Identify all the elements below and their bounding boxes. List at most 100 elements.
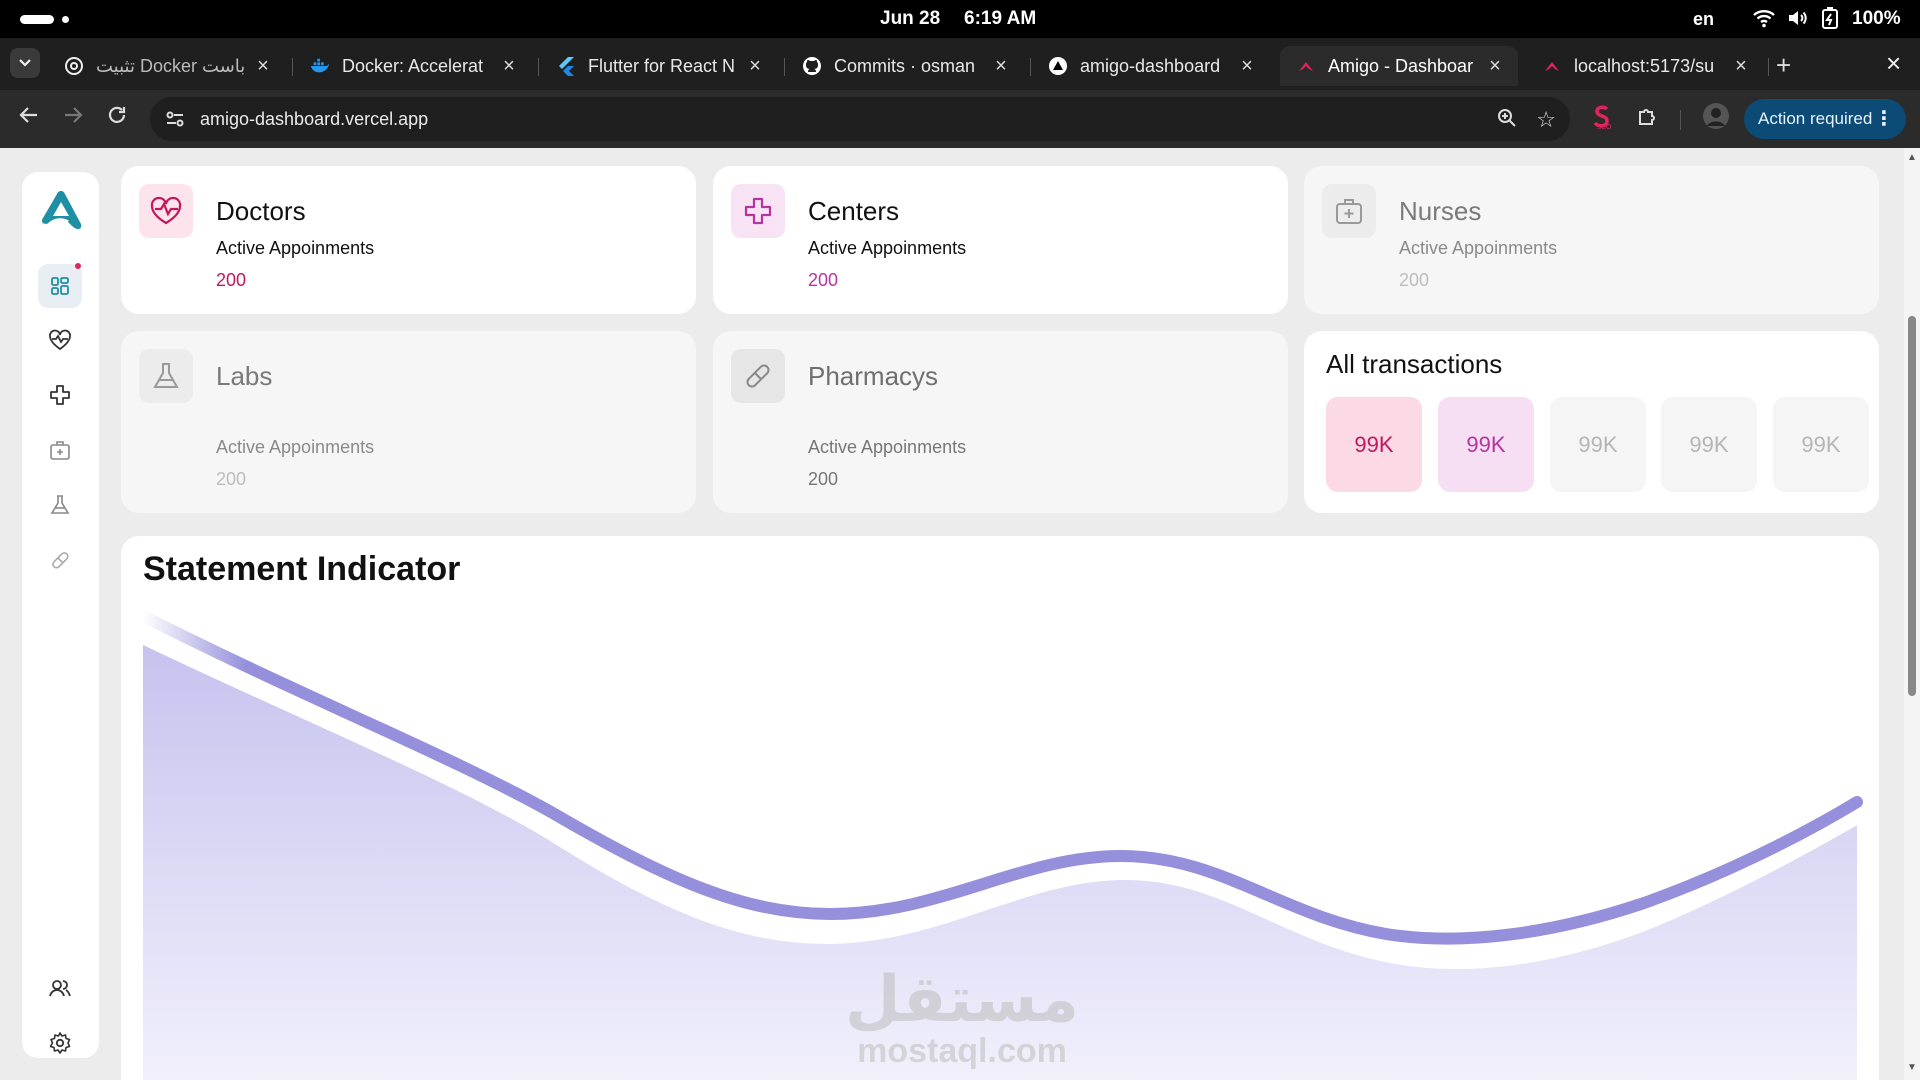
seo-extension-icon[interactable]: SEO	[1590, 104, 1614, 135]
card-subtitle: Active Appoinments	[216, 238, 375, 258]
sidebar-item-labs[interactable]	[38, 483, 82, 527]
tab-title: Commits · osman	[834, 55, 976, 76]
battery-percent: 100%	[1852, 8, 1901, 29]
card-subtitle: Active Appoinments	[1399, 238, 1558, 258]
sidebar-item-nurses[interactable]	[38, 428, 82, 472]
url-text[interactable]: amigo-dashboard.vercel.app	[200, 109, 428, 130]
heart-pulse-icon	[139, 184, 193, 238]
os-date[interactable]: Jun 28	[880, 8, 940, 30]
more-vert-icon[interactable]: ⋮	[1874, 106, 1894, 131]
flask-icon	[50, 495, 70, 514]
page-scrollbar[interactable]: ▲ ▼	[1904, 148, 1920, 1080]
card-title: Doctors	[216, 196, 306, 226]
medical-cross-icon	[731, 184, 785, 238]
openai-icon	[64, 56, 84, 76]
new-tab-button[interactable]: +	[1776, 50, 1791, 81]
tab-title: Flutter for React N	[588, 55, 736, 76]
sidebar-item-centers[interactable]	[38, 373, 82, 417]
sidebar-item-doctors[interactable]	[38, 318, 82, 362]
transaction-tile[interactable]: 99K	[1550, 397, 1646, 492]
workspace-dot	[62, 16, 69, 23]
card-subtitle: Active Appoinments	[216, 437, 375, 457]
tab-docker[interactable]: Docker: Accelerat ×	[294, 46, 532, 86]
address-bar[interactable]: amigo-dashboard.vercel.app ☆	[150, 97, 1570, 141]
card-title: Labs	[216, 361, 273, 391]
card-value: 200	[216, 270, 247, 290]
tab-amigo-dashboard[interactable]: Amigo - Dashboar ×	[1280, 46, 1518, 86]
pill-icon	[52, 552, 69, 569]
keyboard-language[interactable]: en	[1693, 9, 1714, 30]
transaction-tile[interactable]: 99K	[1326, 397, 1422, 492]
card-subtitle: Active Appoinments	[808, 238, 967, 258]
card-nurses[interactable]: Nurses Active Appoinments 200	[1304, 166, 1879, 314]
site-settings-icon[interactable]	[164, 108, 186, 130]
card-value: 200	[808, 469, 839, 489]
page-viewport: Doctors Active Appoinments 200 Centers A…	[0, 148, 1904, 1080]
bookmark-star-icon[interactable]: ☆	[1536, 107, 1556, 133]
sidebar	[22, 172, 99, 1058]
scroll-down-arrow-icon[interactable]: ▼	[1907, 1062, 1917, 1073]
card-value: 200	[1399, 270, 1430, 290]
close-tab-icon[interactable]: ×	[252, 55, 274, 78]
transaction-tile[interactable]: 99K	[1438, 397, 1534, 492]
flask-icon	[139, 349, 193, 403]
volume-icon	[1789, 11, 1807, 25]
arrow-right-icon	[65, 107, 83, 123]
transaction-tile[interactable]: 99K	[1773, 397, 1869, 492]
os-status-bar: Jun 28 6:19 AM en 100%	[0, 0, 1920, 38]
profile-avatar[interactable]	[1702, 102, 1730, 135]
card-title: Centers	[808, 196, 900, 226]
github-icon	[802, 56, 822, 76]
chevron-down-icon	[19, 59, 31, 67]
tab-docker-arabic[interactable]: تثبيت Docker باست ×	[48, 46, 286, 86]
sidebar-item-pharmacys[interactable]	[38, 538, 82, 582]
close-tab-icon[interactable]: ×	[744, 55, 766, 78]
tab-title: amigo-dashboard	[1080, 55, 1221, 76]
close-tab-icon[interactable]: ×	[498, 55, 520, 78]
reload-button[interactable]	[106, 104, 128, 133]
tab-title: Amigo - Dashboar	[1328, 55, 1474, 76]
tab-localhost[interactable]: localhost:5173/su ×	[1526, 46, 1764, 86]
amigo-icon	[1542, 56, 1562, 76]
browser-tab-strip: تثبيت Docker باست × Docker: Accelerat × …	[0, 38, 1920, 90]
zoom-icon[interactable]	[1496, 107, 1518, 129]
system-tray[interactable]	[1752, 6, 1840, 30]
close-tab-icon[interactable]: ×	[990, 55, 1012, 78]
activities-indicator[interactable]	[20, 15, 54, 24]
watermark: مستقل mostaql.com	[842, 968, 1082, 1071]
extensions-puzzle-icon[interactable]	[1636, 104, 1660, 133]
close-tab-icon[interactable]: ×	[1730, 55, 1752, 78]
card-title: Pharmacys	[808, 361, 939, 391]
transaction-tile[interactable]: 99K	[1661, 397, 1757, 492]
sidebar-item-dashboard[interactable]	[38, 263, 82, 308]
tab-search-button[interactable]	[10, 48, 40, 78]
back-button[interactable]	[18, 104, 40, 133]
card-centers[interactable]: Centers Active Appoinments 200	[713, 166, 1288, 314]
scroll-up-arrow-icon[interactable]: ▲	[1907, 152, 1917, 163]
forward-button[interactable]	[62, 104, 84, 133]
close-window-button[interactable]: ×	[1886, 48, 1901, 79]
tab-title: localhost:5173/su	[1574, 55, 1715, 76]
card-labs[interactable]: Labs Active Appoinments 200	[121, 331, 696, 513]
notification-dot	[75, 263, 81, 269]
sidebar-item-settings[interactable]	[38, 1021, 82, 1065]
reload-icon	[108, 106, 126, 123]
card-doctors[interactable]: Doctors Active Appoinments 200	[121, 166, 696, 314]
watermark-latin: mostaql.com	[857, 1032, 1067, 1070]
card-pharmacys[interactable]: Pharmacys Active Appoinments 200	[713, 331, 1288, 513]
sidebar-item-users[interactable]	[38, 966, 82, 1010]
users-icon	[49, 980, 71, 997]
action-required-label: Action required	[1758, 109, 1873, 128]
amigo-logo[interactable]	[38, 188, 84, 234]
close-tab-icon[interactable]: ×	[1236, 55, 1258, 78]
action-required-button[interactable]: Action required ⋮	[1744, 99, 1906, 139]
scrollbar-thumb[interactable]	[1908, 316, 1916, 696]
tab-github-commits[interactable]: Commits · osman ×	[786, 46, 1024, 86]
battery-icon	[1822, 7, 1838, 29]
tab-flutter[interactable]: Flutter for React N ×	[540, 46, 778, 86]
os-time[interactable]: 6:19 AM	[964, 8, 1036, 30]
browser-toolbar: amigo-dashboard.vercel.app ☆ SEO Action …	[0, 90, 1920, 148]
tab-vercel[interactable]: amigo-dashboard ×	[1032, 46, 1270, 86]
close-tab-icon[interactable]: ×	[1484, 55, 1506, 78]
flutter-icon	[556, 56, 576, 76]
